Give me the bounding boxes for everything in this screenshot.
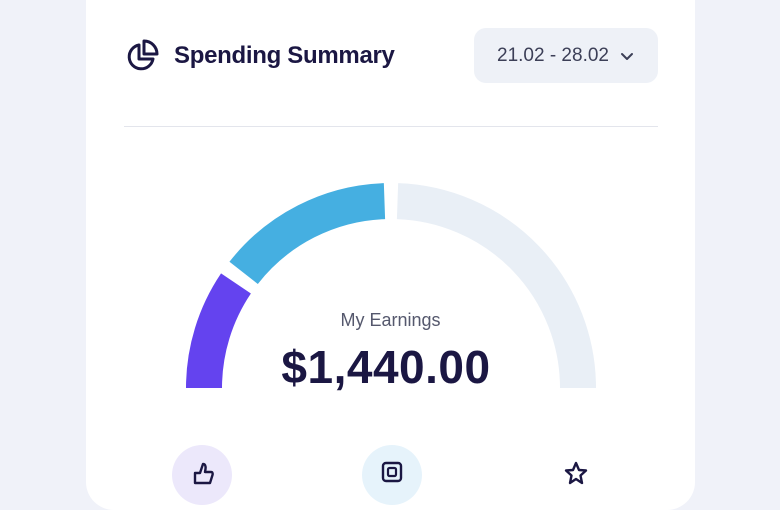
category-button-grid[interactable] bbox=[362, 445, 422, 505]
thumb-icon bbox=[189, 459, 215, 490]
gauge-label: My Earnings bbox=[340, 310, 441, 330]
gauge-segment-blue bbox=[229, 183, 386, 285]
earnings-amount: $1,440.00 bbox=[281, 341, 491, 393]
category-button-thumb[interactable] bbox=[172, 445, 232, 505]
star-icon bbox=[562, 459, 590, 492]
grid-icon bbox=[379, 459, 405, 490]
spending-summary-card: Spending Summary 21.02 - 28.02 My Earnin… bbox=[86, 0, 695, 510]
earnings-gauge bbox=[186, 183, 596, 389]
category-button-star[interactable] bbox=[546, 445, 606, 505]
